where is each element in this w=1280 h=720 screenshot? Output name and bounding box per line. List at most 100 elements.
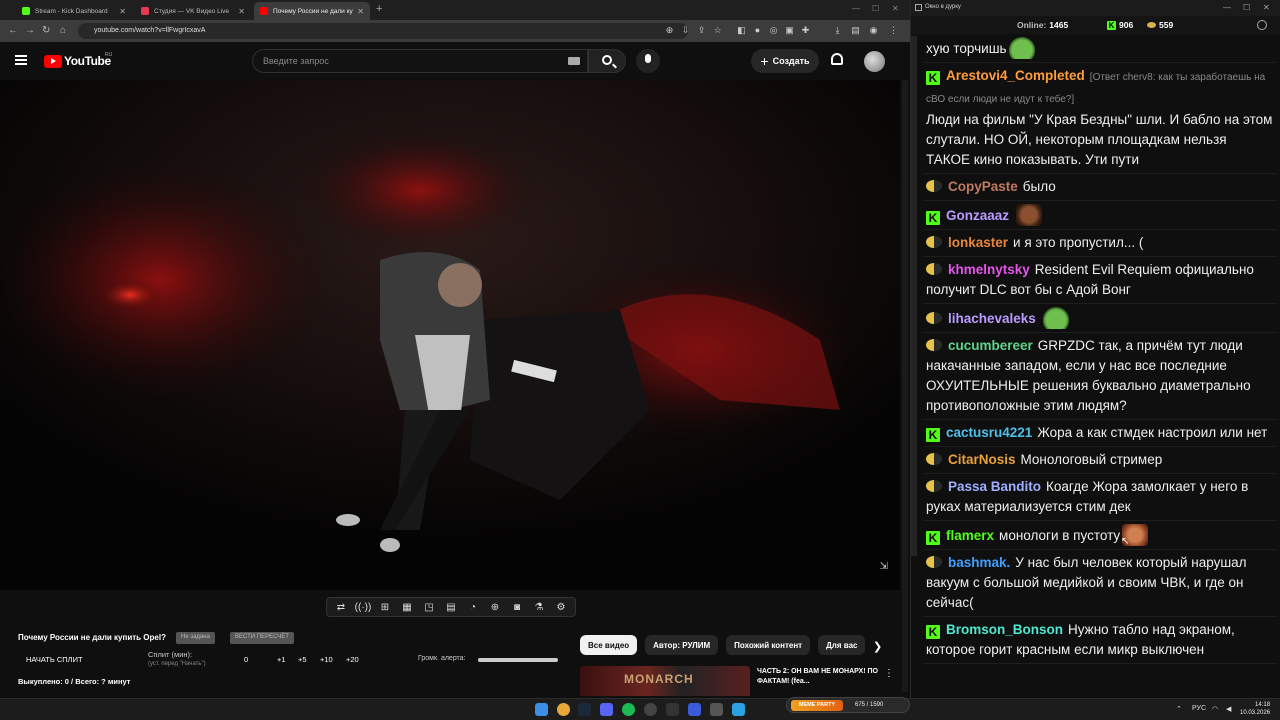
chat-username[interactable]: flamerx bbox=[946, 528, 994, 543]
subtitles-icon[interactable]: ▤ bbox=[441, 602, 461, 613]
more-actions-icon[interactable]: ⋮ bbox=[884, 668, 894, 679]
miniplayer-icon[interactable]: ⇲ bbox=[880, 561, 888, 572]
chat-username[interactable]: CitarNosis bbox=[948, 452, 1016, 467]
create-button[interactable]: + Создать bbox=[751, 49, 819, 73]
chevron-right-icon[interactable]: ❯ bbox=[873, 640, 882, 653]
meme-party-widget[interactable]: MEME PARTY 675 / 1590 bbox=[786, 697, 910, 713]
tab-youtube-video[interactable]: Почему России не дали купить ✕ bbox=[254, 2, 370, 20]
chip-for-you[interactable]: Для вас bbox=[818, 635, 866, 655]
close-window-icon[interactable]: ✕ bbox=[1263, 3, 1270, 12]
watch-later-icon[interactable]: ⊞ bbox=[375, 602, 395, 613]
downloads-icon[interactable]: ⤓ bbox=[832, 25, 843, 36]
chip-author[interactable]: Автор: РУЛИМ bbox=[645, 635, 719, 655]
add-box-icon[interactable]: ⊕ bbox=[485, 602, 505, 613]
split-plus5-button[interactable]: +5 bbox=[298, 655, 307, 664]
app-icon[interactable] bbox=[688, 703, 701, 716]
chat-username[interactable]: lonkaster bbox=[948, 235, 1008, 250]
forward-icon[interactable]: → bbox=[25, 25, 35, 36]
url-field[interactable]: youtube.com/watch?v=llFwgrIcxavA bbox=[78, 23, 688, 39]
search-button[interactable] bbox=[588, 49, 626, 73]
home-icon[interactable]: ⌂ bbox=[60, 25, 66, 36]
new-tab-icon[interactable]: + bbox=[376, 3, 382, 15]
profile-icon[interactable]: ◉ bbox=[868, 25, 879, 36]
chat-username[interactable]: Bromson_Bonson bbox=[946, 622, 1063, 637]
split-plus1-button[interactable]: +1 bbox=[277, 655, 286, 664]
split-plus20-button[interactable]: +20 bbox=[346, 655, 359, 664]
chat-username[interactable]: cucumbereer bbox=[948, 338, 1033, 353]
tab-vk-studio[interactable]: Студия — VK Видео Live ✕ bbox=[135, 2, 251, 20]
app-icon[interactable] bbox=[666, 703, 679, 716]
close-window-icon[interactable]: ✕ bbox=[892, 4, 899, 13]
voice-search-button[interactable] bbox=[636, 49, 660, 73]
screenshot-camera-icon[interactable]: ◙ bbox=[507, 602, 527, 613]
page-scrollbar[interactable] bbox=[902, 80, 908, 692]
status-pill[interactable]: Не задана bbox=[176, 632, 215, 644]
start-split-button[interactable]: НАЧАТЬ СПЛИТ bbox=[26, 655, 83, 664]
hamburger-menu-icon[interactable] bbox=[15, 55, 27, 65]
zoom-icon[interactable]: ⊕ bbox=[664, 25, 675, 36]
chat-scrollbar[interactable] bbox=[911, 36, 917, 556]
install-icon[interactable]: ⇩ bbox=[680, 25, 691, 36]
speed-gauge-icon[interactable]: ◔ bbox=[463, 602, 483, 613]
picture-in-picture-icon[interactable]: ◳ bbox=[419, 602, 439, 613]
recommended-video-thumbnail[interactable]: MONARCH bbox=[580, 666, 750, 696]
discord-icon[interactable] bbox=[600, 703, 613, 716]
chat-username[interactable]: Passa Bandito bbox=[948, 479, 1041, 494]
minimize-icon[interactable]: — bbox=[1223, 3, 1231, 12]
chat-username[interactable]: Gonzaaaz bbox=[946, 208, 1009, 223]
close-tab-icon[interactable]: ✕ bbox=[238, 7, 245, 16]
recommended-video-title[interactable]: ЧАСТЬ 2: ОН ВАМ НЕ МОНАРХ! ПО ФАКТАМ! (f… bbox=[757, 667, 879, 687]
close-tab-icon[interactable]: ✕ bbox=[119, 7, 126, 16]
network-icon[interactable]: ◠ bbox=[1212, 705, 1218, 713]
minimize-icon[interactable]: — bbox=[852, 4, 860, 13]
video-player[interactable]: ⇲ bbox=[0, 80, 900, 590]
tab-kick-dashboard[interactable]: Stream - Kick Dashboard ✕ bbox=[16, 2, 132, 20]
sidebar-icon[interactable]: ▤ bbox=[850, 25, 861, 36]
extensions-puzzle-icon[interactable]: ✚ bbox=[800, 25, 811, 36]
clapper-icon[interactable]: ▦ bbox=[397, 602, 417, 613]
chip-similar[interactable]: Похожий контент bbox=[726, 635, 811, 655]
share-icon[interactable]: ⇪ bbox=[696, 25, 707, 36]
extension-icon[interactable]: ▣ bbox=[784, 25, 795, 36]
app-icon[interactable] bbox=[710, 703, 723, 716]
bookmark-star-icon[interactable]: ☆ bbox=[712, 25, 723, 36]
settings-gear-icon[interactable]: ⚙ bbox=[551, 602, 571, 613]
maximize-icon[interactable]: ☐ bbox=[872, 4, 879, 13]
chat-username[interactable]: CopyPaste bbox=[948, 179, 1018, 194]
extension-icon[interactable]: ◎ bbox=[768, 25, 779, 36]
split-plus10-button[interactable]: +10 bbox=[320, 655, 333, 664]
maximize-icon[interactable]: ☐ bbox=[1243, 3, 1250, 12]
tray-arrow-icon[interactable]: ⌃ bbox=[1176, 705, 1182, 713]
spotify-icon[interactable] bbox=[622, 703, 635, 716]
extension-icon[interactable]: ● bbox=[752, 25, 763, 36]
chat-username[interactable]: khmelnytsky bbox=[948, 262, 1030, 277]
power-icon[interactable] bbox=[1257, 20, 1267, 30]
close-tab-icon[interactable]: ✕ bbox=[357, 7, 364, 16]
chip-all-videos[interactable]: Все видео bbox=[580, 635, 638, 655]
recount-pill-button[interactable]: ВЕСТИ ПЕРЕСЧЁТ bbox=[230, 632, 294, 644]
keyboard-icon[interactable] bbox=[568, 57, 580, 65]
language-indicator[interactable]: РУС bbox=[1192, 705, 1206, 712]
chrome-icon[interactable] bbox=[557, 703, 570, 716]
obs-icon[interactable] bbox=[644, 703, 657, 716]
clock[interactable]: 14:18 10.03.2026 bbox=[1240, 701, 1270, 717]
menu-dots-icon[interactable]: ⋮ bbox=[888, 25, 899, 36]
back-icon[interactable]: ← bbox=[8, 25, 18, 36]
alert-volume-slider[interactable] bbox=[478, 658, 558, 662]
notifications-bell-icon[interactable] bbox=[831, 53, 843, 65]
chat-username[interactable]: cactusru4221 bbox=[946, 425, 1032, 440]
chat-username[interactable]: Arestovi4_Completed bbox=[946, 68, 1085, 83]
broadcast-icon[interactable]: ((·)) bbox=[353, 602, 373, 613]
loop-icon[interactable]: ⇄ bbox=[331, 602, 351, 613]
steam-icon[interactable] bbox=[578, 703, 591, 716]
volume-icon[interactable]: ◀ bbox=[1226, 705, 1231, 713]
youtube-logo[interactable]: YouTube bbox=[44, 54, 111, 68]
start-windows-icon[interactable] bbox=[535, 703, 548, 716]
telegram-icon[interactable] bbox=[732, 703, 745, 716]
avatar[interactable] bbox=[864, 51, 885, 72]
chat-username[interactable]: bashmak. bbox=[948, 555, 1010, 570]
chat-username[interactable]: lihachevaleks bbox=[948, 311, 1036, 326]
search-input[interactable]: Введите запрос bbox=[252, 49, 588, 73]
lab-flask-icon[interactable]: ⚗ bbox=[529, 602, 549, 613]
extension-icon[interactable]: ◧ bbox=[736, 25, 747, 36]
